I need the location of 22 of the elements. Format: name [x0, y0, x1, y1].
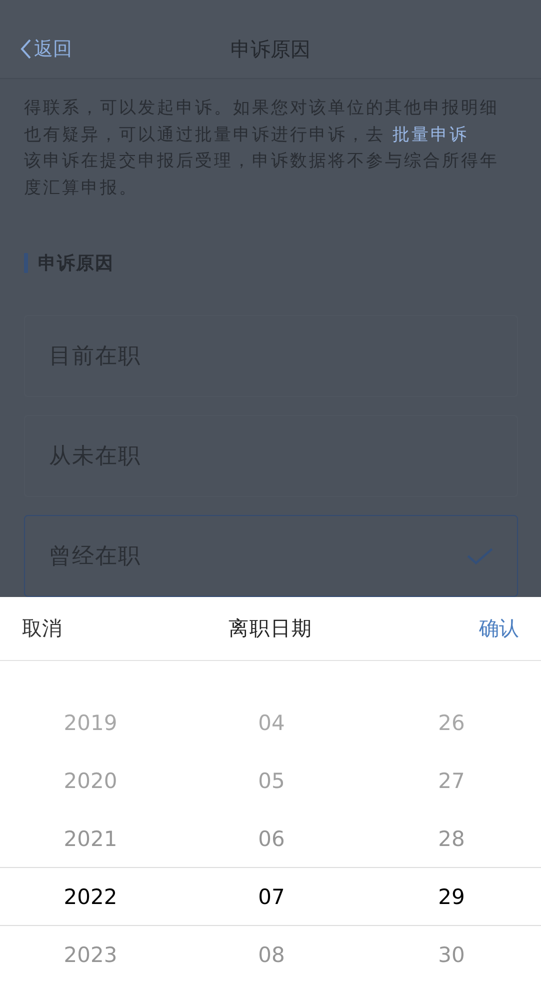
picker-option[interactable]: 2019 — [64, 694, 118, 752]
back-button[interactable]: 返回 — [20, 36, 72, 62]
picker-option[interactable]: 05 — [258, 752, 285, 810]
picker-title: 离职日期 — [228, 615, 312, 642]
picker-option[interactable]: 06 — [258, 810, 285, 868]
check-icon — [467, 547, 493, 565]
cancel-button[interactable]: 取消 — [22, 615, 62, 642]
picker-option[interactable]: 08 — [258, 926, 285, 984]
picker-option[interactable]: 29 — [438, 868, 465, 926]
confirm-button[interactable]: 确认 — [479, 615, 519, 642]
picker-option[interactable]: 2021 — [64, 810, 118, 868]
picker-option[interactable]: 28 — [438, 810, 465, 868]
picker-option[interactable]: 04 — [258, 694, 285, 752]
picker-option[interactable]: 2020 — [64, 752, 118, 810]
back-icon — [20, 39, 32, 59]
picker-option[interactable]: 2023 — [64, 926, 118, 984]
picker-option[interactable]: 07 — [258, 868, 285, 926]
picker-option[interactable]: 2022 — [64, 868, 118, 926]
picker-option[interactable]: 30 — [438, 926, 465, 984]
batch-appeal-link[interactable]: 批量申诉 — [392, 124, 468, 144]
picker-option[interactable]: 27 — [438, 752, 465, 810]
picker-option[interactable]: 26 — [438, 694, 465, 752]
